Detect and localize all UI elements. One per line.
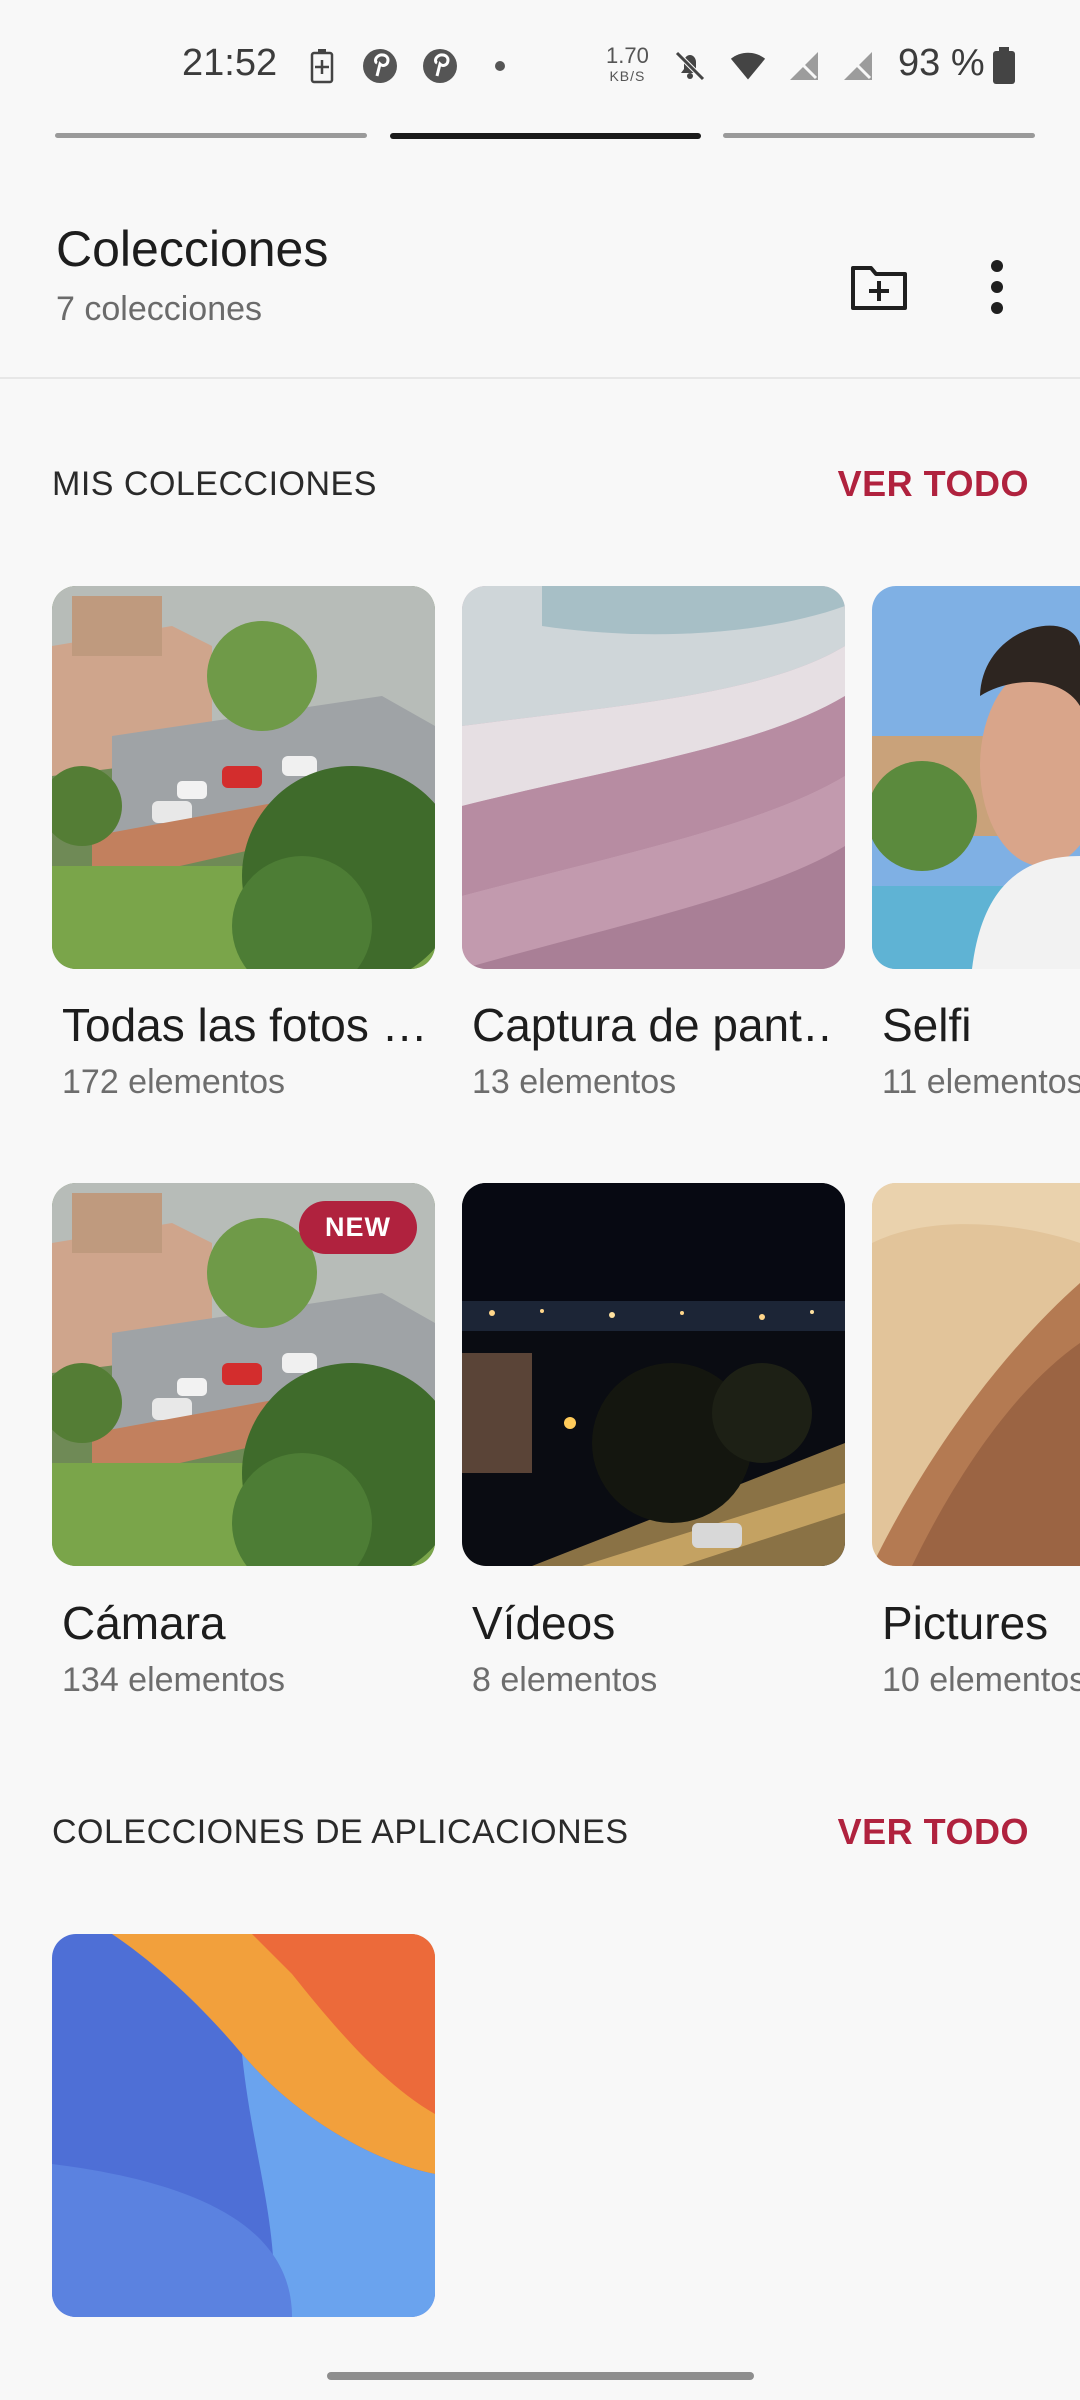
- tab-other[interactable]: [723, 133, 1035, 138]
- gesture-navigation-bar[interactable]: [327, 2372, 754, 2380]
- collection-count: 13 elementos: [472, 1063, 677, 1101]
- battery-level: 93 %: [898, 42, 985, 84]
- collection-count: 172 elementos: [62, 1063, 286, 1101]
- folder-add-icon: [851, 266, 907, 310]
- mute-icon: [672, 48, 708, 84]
- pinterest-icon: [362, 48, 398, 84]
- collection-thumbnail-videos[interactable]: [462, 1183, 845, 1566]
- collection-thumbnail-pictures[interactable]: [872, 1183, 1080, 1566]
- more-vert-icon: [991, 260, 1003, 314]
- more-options-button[interactable]: [962, 252, 1032, 322]
- collection-thumbnail-selfie[interactable]: [872, 586, 1080, 969]
- network-speed-unit: KB/S: [609, 68, 646, 84]
- collection-thumbnail-all-photos[interactable]: [52, 586, 435, 969]
- section-title-my-collections: MIS COLECCIONES: [52, 465, 377, 503]
- battery-charging-icon: [304, 48, 340, 84]
- no-signal-icon: [840, 48, 876, 84]
- header-divider: [0, 377, 1080, 379]
- collection-thumbnail-camera[interactable]: NEW: [52, 1183, 435, 1566]
- status-bar: 21:52 1.70 KB/S 93 %: [0, 0, 1080, 140]
- page-title: Colecciones: [56, 221, 329, 277]
- collection-name: Vídeos: [472, 1597, 616, 1649]
- collection-count: 10 elementos: [882, 1661, 1080, 1699]
- collection-count: 11 elementos: [882, 1063, 1080, 1101]
- network-speed: 1.70 KB/S: [606, 43, 649, 86]
- collection-name: Cámara: [62, 1597, 226, 1649]
- collection-thumbnail-screenshots[interactable]: [462, 586, 845, 969]
- status-time: 21:52: [182, 42, 278, 84]
- page-indicator: [55, 133, 1035, 139]
- collection-name: Captura de pant…: [472, 999, 832, 1051]
- pinterest-icon: [422, 48, 458, 84]
- collection-count: 134 elementos: [62, 1661, 286, 1699]
- no-signal-icon: [786, 48, 822, 84]
- network-speed-value: 1.70: [606, 43, 649, 68]
- collection-count: 8 elementos: [472, 1661, 658, 1699]
- see-all-app-collections-button[interactable]: VER TODO: [838, 1811, 1029, 1853]
- new-badge: NEW: [299, 1201, 417, 1254]
- tab-collections[interactable]: [390, 133, 701, 139]
- collection-name: Todas las fotos …: [62, 999, 422, 1051]
- tab-photos[interactable]: [55, 133, 367, 138]
- battery-icon: [986, 47, 1022, 84]
- collection-name: Selfi: [882, 999, 972, 1051]
- new-collection-button[interactable]: [844, 252, 914, 322]
- wifi-icon: [730, 48, 766, 84]
- app-collection-thumbnail[interactable]: [52, 1934, 435, 2317]
- section-title-app-collections: COLECCIONES DE APLICACIONES: [52, 1813, 629, 1851]
- collection-name: Pictures: [882, 1597, 1049, 1649]
- see-all-my-collections-button[interactable]: VER TODO: [838, 463, 1029, 505]
- page-header: Colecciones 7 colecciones: [56, 220, 328, 329]
- notification-dot-icon: [482, 48, 518, 84]
- page-subtitle: 7 colecciones: [56, 290, 263, 328]
